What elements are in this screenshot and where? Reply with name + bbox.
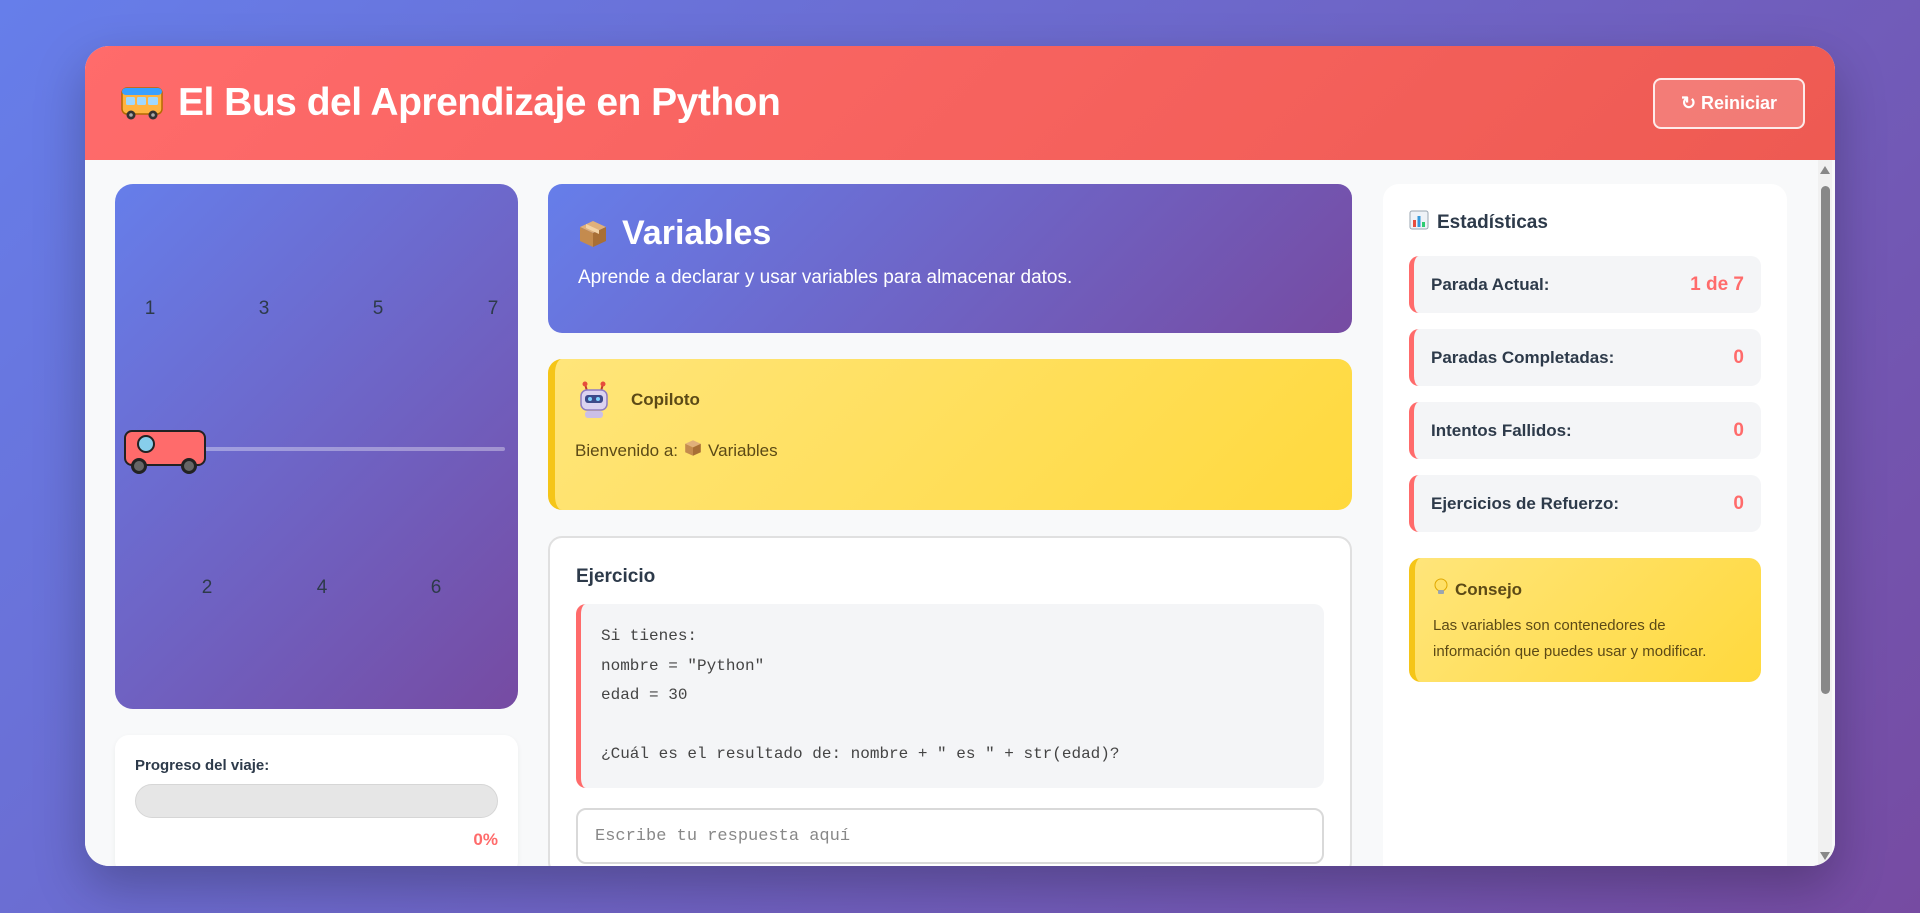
exercise-title: Ejercicio: [576, 566, 656, 587]
stat-current-stop: Parada Actual: 1 de 7: [1409, 256, 1761, 313]
copilot-card: Copiloto Bienvenido a: Variables: [548, 359, 1352, 510]
box-icon: [578, 219, 608, 249]
stop-label: 2: [201, 577, 213, 598]
stat-value: 0: [1733, 346, 1744, 368]
stats-panel: Estadísticas Parada Actual: 1 de 7 Parad…: [1383, 184, 1787, 866]
stat-reinforcement-exercises: Ejercicios de Refuerzo: 0: [1409, 475, 1761, 532]
copilot-header: Copiloto: [575, 381, 1332, 419]
stat-label: Parada Actual:: [1431, 274, 1550, 294]
stop-label: 7: [487, 298, 499, 319]
stat-value: 0: [1733, 419, 1744, 441]
stop-label: 1: [144, 298, 156, 319]
robot-icon: [575, 381, 613, 419]
bus-wheel: [131, 458, 147, 474]
chart-icon: [1409, 210, 1429, 236]
stat-value: 1 de 7: [1690, 273, 1744, 295]
lightbulb-icon: [1433, 578, 1449, 601]
progress-card: Progreso del viaje: 0%: [115, 735, 518, 866]
copilot-message-topic: Variables: [708, 440, 778, 460]
stat-failed-attempts: Intentos Fallidos: 0: [1409, 402, 1761, 459]
copilot-message: Bienvenido a: Variables: [575, 439, 1332, 462]
page-title: El Bus del Aprendizaje en Python: [120, 81, 781, 125]
main-content: 1 3 5 7 2 4 6 Progreso del viaje: 0% Var…: [85, 160, 1835, 866]
app-window: El Bus del Aprendizaje en Python ↻ Reini…: [85, 46, 1835, 866]
header: El Bus del Aprendizaje en Python ↻ Reini…: [85, 46, 1835, 160]
scroll-up-arrow-icon[interactable]: [1820, 166, 1830, 174]
bus-icon: [120, 85, 164, 121]
stop-label: 6: [430, 577, 442, 598]
copilot-name: Copiloto: [631, 390, 700, 409]
scroll-down-arrow-icon[interactable]: [1820, 852, 1830, 860]
bus-wheel: [181, 458, 197, 474]
stat-label: Ejercicios de Refuerzo:: [1431, 493, 1620, 513]
reset-button[interactable]: ↻ Reiniciar: [1653, 77, 1805, 129]
lesson-description: Aprende a declarar y usar variables para…: [578, 267, 1073, 288]
tip-title: Consejo: [1433, 578, 1743, 601]
exercise-card: Ejercicio Si tienes: nombre = "Python" e…: [548, 536, 1352, 866]
stop-label: 3: [258, 298, 270, 319]
left-column: 1 3 5 7 2 4 6 Progreso del viaje: 0%: [115, 184, 518, 866]
lesson-title-text: Variables: [622, 214, 772, 252]
lesson-card: Variables Aprende a declarar y usar vari…: [548, 184, 1352, 333]
stop-label: 4: [316, 577, 328, 598]
stat-value: 0: [1733, 492, 1744, 514]
stat-completed-stops: Paradas Completadas: 0: [1409, 329, 1761, 386]
scrollbar[interactable]: [1818, 160, 1832, 866]
progress-percent: 0%: [473, 830, 498, 849]
page-title-text: El Bus del Aprendizaje en Python: [178, 81, 781, 124]
tip-card: Consejo Las variables son contenedores d…: [1409, 558, 1761, 682]
bus-window: [137, 435, 155, 453]
tip-text: Las variables son contenedores de inform…: [1433, 617, 1707, 660]
route-map: 1 3 5 7 2 4 6: [115, 184, 518, 709]
scrollbar-thumb[interactable]: [1821, 186, 1830, 694]
stat-label: Intentos Fallidos:: [1431, 420, 1572, 440]
stop-label: 5: [372, 298, 384, 319]
tip-title-text: Consejo: [1455, 579, 1523, 599]
answer-input[interactable]: [576, 808, 1324, 864]
progress-label: Progreso del viaje:: [135, 757, 270, 774]
exercise-code: Si tienes: nombre = "Python" edad = 30 ¿…: [576, 604, 1324, 788]
progress-bar: [135, 784, 498, 818]
box-icon: [684, 439, 702, 462]
middle-column: Variables Aprende a declarar y usar vari…: [548, 184, 1352, 866]
stat-label: Paradas Completadas:: [1431, 347, 1615, 367]
copilot-message-prefix: Bienvenido a:: [575, 440, 679, 460]
stats-title-text: Estadísticas: [1437, 212, 1548, 233]
bus-marker: [124, 430, 206, 474]
stats-title: Estadísticas: [1409, 210, 1761, 236]
lesson-title: Variables: [578, 214, 1322, 253]
